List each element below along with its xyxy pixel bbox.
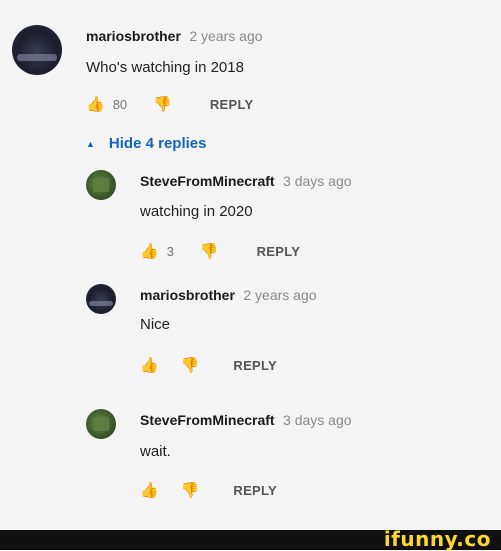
reply-timestamp[interactable]: 2 years ago <box>243 287 316 303</box>
reply-button[interactable]: REPLY <box>233 483 277 498</box>
thumbs-up-icon[interactable]: 👍 <box>140 358 159 373</box>
reply-author[interactable]: mariosbrother <box>140 287 235 303</box>
reply-header: SteveFromMinecraft 3 days ago <box>140 412 352 430</box>
reply-text: Nice <box>140 316 171 333</box>
reply-actions: 👍 👎 REPLY <box>140 358 277 373</box>
comment-author[interactable]: mariosbrother <box>86 28 181 44</box>
thumbs-up-icon[interactable]: 👍 <box>86 97 105 112</box>
reply-button[interactable]: REPLY <box>257 244 301 259</box>
reply-button[interactable]: REPLY <box>233 358 277 373</box>
comment-timestamp[interactable]: 2 years ago <box>189 28 262 44</box>
thumbs-down-icon[interactable]: 👎 <box>153 97 172 112</box>
thumbs-down-icon[interactable]: 👎 <box>181 483 200 498</box>
reply-author[interactable]: SteveFromMinecraft <box>140 173 275 189</box>
caret-up-icon: ▲ <box>86 138 95 149</box>
hide-replies-label: Hide 4 replies <box>108 135 207 152</box>
reply-timestamp[interactable]: 3 days ago <box>283 173 352 189</box>
reply-author[interactable]: SteveFromMinecraft <box>140 412 275 428</box>
comment-header: mariosbrother 2 years ago <box>86 28 263 46</box>
watermark-bar: ifunny.co <box>0 527 501 551</box>
hide-replies-button[interactable]: ▲ Hide 4 replies <box>86 135 206 152</box>
reply-header: SteveFromMinecraft 3 days ago <box>140 173 352 191</box>
ifunny-watermark: ifunny.co <box>383 527 491 551</box>
like-count: 80 <box>112 97 128 112</box>
thumbs-up-icon[interactable]: 👍 <box>140 483 159 498</box>
reply-text: wait. <box>140 443 171 460</box>
avatar[interactable] <box>86 409 116 439</box>
reply-header: mariosbrother 2 years ago <box>140 287 317 305</box>
thumbs-up-icon[interactable]: 👍 <box>140 244 159 259</box>
avatar[interactable] <box>12 25 62 75</box>
reply-button[interactable]: REPLY <box>210 97 254 112</box>
reply-actions: 👍 3 👎 REPLY <box>140 244 300 259</box>
comments-screen: { "comments": [ { "author": "mariosbroth… <box>0 0 501 550</box>
like-count: 3 <box>166 244 174 259</box>
comment-actions: 👍 80 👎 REPLY <box>86 97 254 112</box>
reply-timestamp[interactable]: 3 days ago <box>283 412 352 428</box>
reply-text: watching in 2020 <box>140 203 253 220</box>
avatar[interactable] <box>86 170 116 200</box>
thumbs-down-icon[interactable]: 👎 <box>200 244 219 259</box>
avatar[interactable] <box>86 284 116 314</box>
comment-text: Who's watching in 2018 <box>86 59 244 76</box>
reply-actions: 👍 👎 REPLY <box>140 483 277 498</box>
thumbs-down-icon[interactable]: 👎 <box>181 358 200 373</box>
